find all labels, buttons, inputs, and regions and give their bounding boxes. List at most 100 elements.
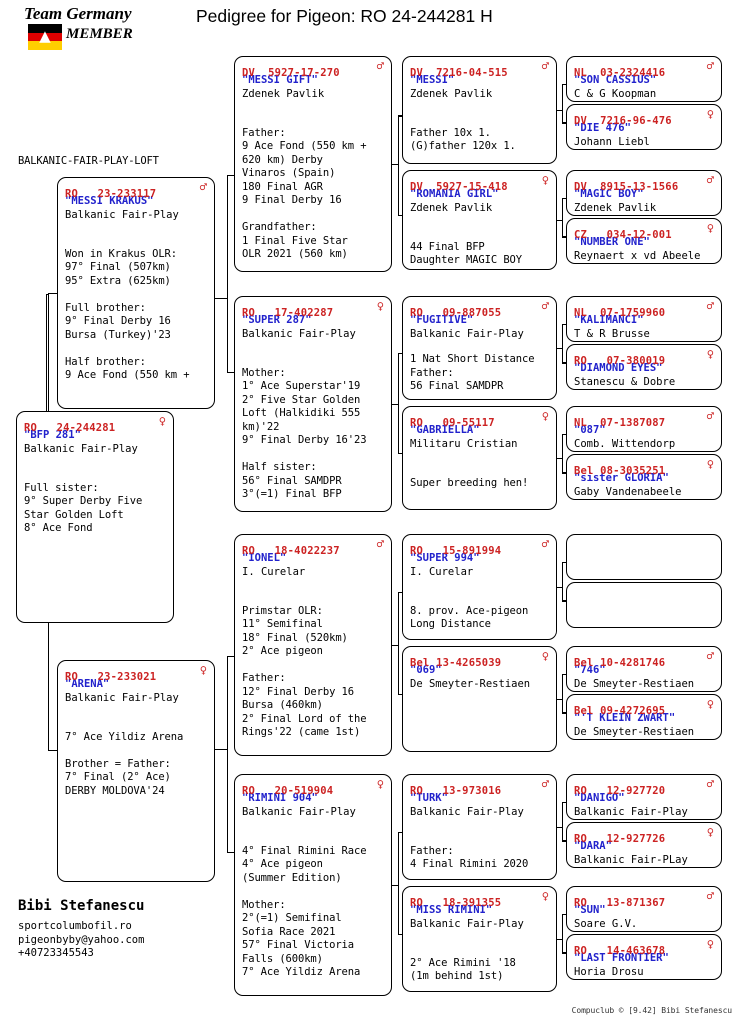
connector-line	[398, 832, 400, 934]
female-symbol-icon: ♀	[706, 937, 714, 951]
note-line: 56° Final SAMDPR	[242, 474, 342, 487]
note-line	[242, 448, 385, 462]
note-line: (Summer Edition)	[242, 871, 342, 884]
gg-grandparent-box-1[interactable]: DV 7216-96-476 ♀ "DIE 476" Johann Liebl	[566, 104, 722, 150]
breeder-name: Zdenek Pavlik	[242, 87, 325, 100]
breeder-name: Balkanic Fair-Play	[410, 327, 524, 340]
female-symbol-icon: ♀	[199, 663, 207, 677]
great-grandparent-box-4[interactable]: RO 15-891994 ♂ "SUPER 994" I. Curelar 8. pro…	[402, 534, 557, 640]
owner-phone: +40723345543	[18, 947, 94, 959]
note-line: 4° Final Rimini Race	[242, 844, 367, 857]
note-line: Bursa (460km)	[242, 699, 323, 711]
note-line: 620 km) Derby	[242, 153, 323, 166]
grandparent-box-2[interactable]: RO 18-4022237 ♂ "IONEL" I. Curelar Primstar …	[234, 534, 392, 756]
ring-number: RO 07-380019	[574, 355, 666, 367]
great-grandparent-box-0[interactable]: DV 7216-04-515 ♂ "MESSI" Zdenek Pavlik Fathe…	[402, 56, 557, 164]
note-line: 1° Ace Superstar'19	[242, 380, 361, 392]
gg-grandparent-box-3[interactable]: CZ 034-12-001 ♀ "NUMBER ONE" Reynaert x vd …	[566, 218, 722, 264]
breeder-name: Zdenek Pavlik	[574, 201, 657, 214]
note-line: 44 Final BFP	[410, 240, 485, 253]
gg-grandparent-box-4[interactable]: NL 07-1759960 ♂ "KALIMANCI" T & R Brusse	[566, 296, 722, 342]
gg-grandparent-box-7[interactable]: Bel 08-3035251 ♀ "sister GLORIA" Gaby Vande…	[566, 454, 722, 500]
breeder-name: I. Curelar	[410, 565, 474, 578]
gg-grandparent-box-8[interactable]	[566, 534, 722, 580]
breeder-name: Soare G.V.	[574, 917, 638, 930]
note-line: 9° Final Derby 16'23	[242, 434, 367, 446]
note-line: 8° Ace Fond	[24, 522, 93, 534]
note-line: Father:	[410, 844, 454, 857]
ring-number: Bel 09-4272695	[574, 705, 666, 717]
ring-number: RO 12-927726	[574, 833, 666, 845]
note-line	[242, 885, 385, 899]
logo-team-text: Team Germany	[24, 4, 132, 23]
grandparent-box-3[interactable]: RO 20-519904 ♀ "RIMINI 904" Balkanic Fair-P…	[234, 774, 392, 996]
achievement-notes: Father 10x 1. (G)father 120x 1.	[410, 113, 550, 154]
note-line	[65, 342, 208, 356]
gg-grandparent-box-6[interactable]: NL 07-1387087 ♂ "087" Comb. Wittendorp	[566, 406, 722, 452]
sire-box[interactable]: RO 23-233117 ♂ "MESSI KRAKUS" Balkanic Fair…	[57, 177, 215, 409]
breeder-name: Gaby Vandenabeele	[574, 485, 682, 498]
note-line: 95° Extra (625km)	[65, 274, 171, 287]
connector-line	[398, 592, 400, 694]
connector-line	[398, 353, 400, 453]
breeder-name: Zdenek Pavlik	[410, 201, 493, 214]
breeder-name: Stanescu & Dobre	[574, 375, 676, 388]
note-line: Super breeding hen!	[410, 476, 529, 489]
breeder-name: De Smeyter-Restiaen	[410, 677, 531, 690]
note-line: 2° Ace pigeon	[242, 645, 323, 657]
note-line	[65, 744, 208, 758]
great-grandparent-box-6[interactable]: RO 13-973016 ♂ "TURK" Balkanic Fair-Play Fat…	[402, 774, 557, 880]
gg-grandparent-box-9[interactable]	[566, 582, 722, 628]
gg-grandparent-box-13[interactable]: RO 12-927726 ♀ "DARA" Balkanic Fair-PLay	[566, 822, 722, 868]
female-symbol-icon: ♀	[541, 889, 549, 903]
gg-grandparent-box-2[interactable]: DV 8915-13-1566 ♂ "MAGIC BOY" Zdenek Pavlik	[566, 170, 722, 216]
achievement-notes: Won in Krakus OLR: 97° Final (507km) 95° E…	[65, 234, 208, 383]
gg-grandparent-box-0[interactable]: NL 03-2324416 ♂ "SON CASSIUS" C & G Koopman	[566, 56, 722, 102]
female-symbol-icon: ♀	[541, 173, 549, 187]
achievement-notes: 2° Ace Rimini '18 (1m behind 1st)	[410, 943, 550, 984]
male-symbol-icon: ♂	[199, 180, 207, 194]
connector-line	[562, 197, 564, 237]
note-line: 2° Five Star Golden	[242, 393, 361, 406]
gg-grandparent-box-5[interactable]: RO 07-380019 ♀ "DIAMOND EYES" Stanescu & Do…	[566, 344, 722, 390]
great-grandparent-box-1[interactable]: DV 5927-15-418 ♀ "ROMANIA GIRL" Zdenek Pavl…	[402, 170, 557, 270]
connector-line	[562, 801, 564, 841]
breeder-name: Johann Liebl	[574, 135, 650, 148]
ring-number: RO 09-55117	[410, 417, 495, 429]
ring-number: RO 14-463678	[574, 945, 666, 957]
eagle-icon: ▲	[39, 25, 51, 47]
owner-email: pigeonbyby@yahoo.com	[18, 933, 145, 946]
note-line	[65, 717, 208, 731]
team-germany-logo: Team Germany ▲ MEMBER	[18, 4, 178, 52]
note-line: 7° Ace Yildiz Arena	[242, 966, 361, 978]
female-symbol-icon: ♀	[706, 107, 714, 121]
note-line: Father 10x 1.	[410, 126, 491, 139]
note-line: km)'22	[242, 420, 280, 433]
dam-box[interactable]: RO 23-233021 ♀ "ARENA" Balkanic Fair-Play 7°…	[57, 660, 215, 882]
gg-grandparent-box-11[interactable]: Bel 09-4272695 ♀ "'T KLEIN ZWART" De Smeyte…	[566, 694, 722, 740]
great-grandparent-box-2[interactable]: RO 09-887055 ♂ "FUGITIVE" Balkanic Fair-Pla…	[402, 296, 557, 400]
achievement-notes: Full sister: 9° Super Derby Five Star Gold…	[24, 468, 167, 536]
gg-grandparent-box-12[interactable]: RO 12-927720 ♂ "DANIGO" Balkanic Fair-Play	[566, 774, 722, 820]
gg-grandparent-box-15[interactable]: RO 14-463678 ♀ "LAST FRONTIER" Horia Drosu	[566, 934, 722, 980]
male-symbol-icon: ♂	[706, 889, 714, 903]
grandparent-box-0[interactable]: DV 5927-17-270 ♂ "MESSI GIFT" Zdenek Pavlik…	[234, 56, 392, 272]
gg-grandparent-box-10[interactable]: Bel 10-4281746 ♂ "746" De Smeyter-Restiaen	[566, 646, 722, 692]
gg-grandparent-box-14[interactable]: RO 13-871367 ♂ "SUN" Soare G.V.	[566, 886, 722, 932]
note-line	[410, 113, 550, 127]
grandparent-box-1[interactable]: RO 17-402287 ♀ "SUPER 287" Balkanic Fair-Pl…	[234, 296, 392, 512]
ring-number: RO 12-927720	[574, 785, 666, 797]
subject-pigeon-box[interactable]: RO 24-244281 ♀ "BFP 281" Balkanic Fair-Play…	[16, 411, 174, 623]
great-grandparent-box-5[interactable]: Bel 13-4265039 ♀ "069" De Smeyter-Restiaen	[402, 646, 557, 752]
male-symbol-icon: ♂	[706, 173, 714, 187]
male-symbol-icon: ♂	[706, 59, 714, 73]
owner-contact-block: Bibi Stefanescu sportcolumbofil.ro pigeo…	[18, 898, 144, 961]
breeder-name: Balkanic Fair-Play	[65, 208, 179, 221]
great-grandparent-box-3[interactable]: RO 09-55117 ♀ "GABRIELLA" Militaru Cristian…	[402, 406, 557, 510]
breeder-name: Balkanic Fair-PLay	[574, 853, 688, 866]
note-line: 9 Final Derby 16	[242, 194, 342, 206]
note-line: 9° Final Derby 16	[65, 315, 171, 327]
note-line: Long Distance	[410, 618, 491, 630]
ring-number: RO 15-891994	[410, 545, 502, 557]
great-grandparent-box-7[interactable]: RO 18-391355 ♀ "MISS RIMINI" Balkanic Fair-…	[402, 886, 557, 992]
